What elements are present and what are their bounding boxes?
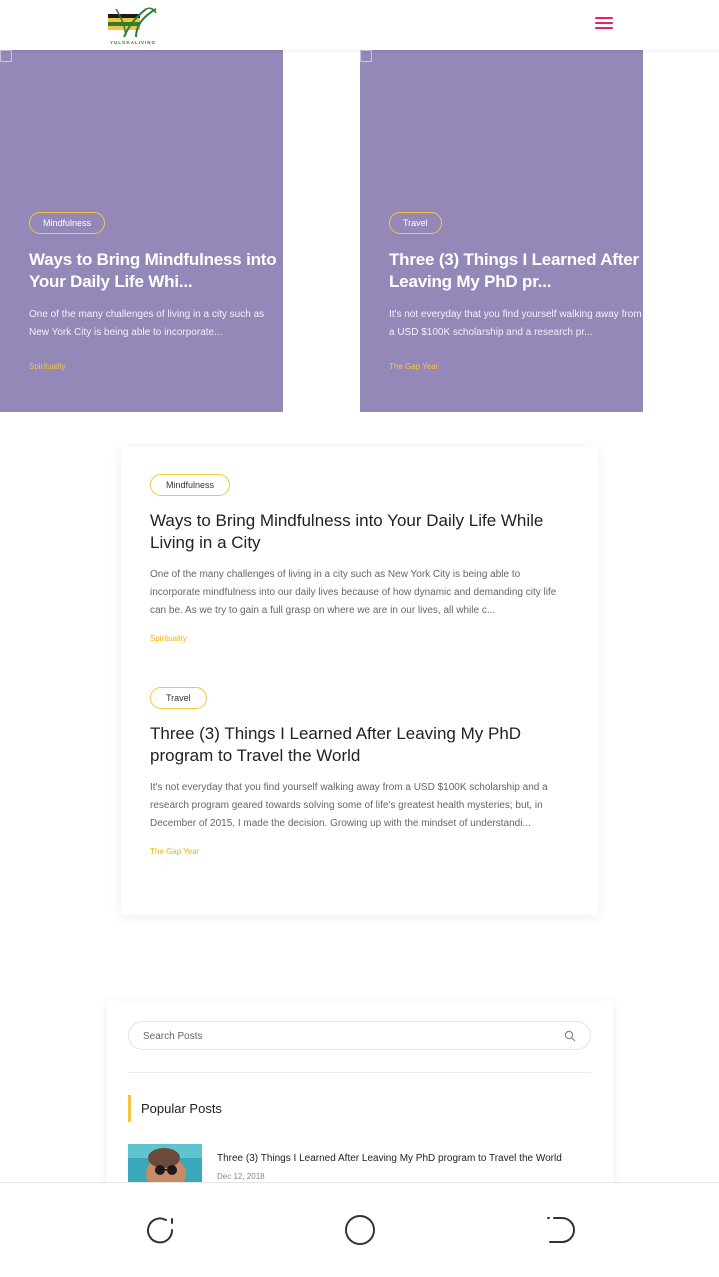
slide-excerpt: It's not everyday that you find yourself… xyxy=(389,309,642,338)
hamburger-menu-icon[interactable] xyxy=(592,14,616,32)
popular-post-title[interactable]: Three (3) Things I Learned After Leaving… xyxy=(217,1153,562,1164)
slide-title[interactable]: Three (3) Things I Learned After Leaving… xyxy=(389,249,643,293)
popular-posts-heading: Popular Posts xyxy=(128,1095,222,1122)
category-pill[interactable]: Travel xyxy=(150,687,207,709)
popular-post-date: Dec 12, 2018 xyxy=(217,1172,265,1181)
site-header: YULOKALIVING xyxy=(0,0,719,50)
recent-apps-icon[interactable] xyxy=(144,1214,176,1246)
post-tag[interactable]: The Gap Year xyxy=(150,847,570,856)
slide-title[interactable]: Ways to Bring Mindfulness into Your Dail… xyxy=(29,249,283,293)
slide-tag[interactable]: Spirituality xyxy=(29,362,66,371)
divider xyxy=(128,1072,591,1073)
post-item: Travel Three (3) Things I Learned After … xyxy=(150,687,570,856)
post-excerpt: It's not everyday that you find yourself… xyxy=(150,782,548,829)
site-logo[interactable]: YULOKALIVING xyxy=(106,5,160,45)
search-input[interactable] xyxy=(143,1028,543,1044)
category-pill[interactable]: Travel xyxy=(389,212,442,234)
post-excerpt: One of the many challenges of living in … xyxy=(150,569,557,616)
category-pill[interactable]: Mindfulness xyxy=(150,474,231,496)
logo-text: YULOKALIVING xyxy=(109,40,156,45)
post-title[interactable]: Three (3) Things I Learned After Leaving… xyxy=(150,723,550,767)
hero-slide-2[interactable]: Travel Three (3) Things I Learned After … xyxy=(360,50,643,412)
broken-image-icon xyxy=(0,50,12,62)
hero-slide-1[interactable]: Mindfulness Ways to Bring Mindfulness in… xyxy=(0,50,283,412)
post-tag[interactable]: Spirituality xyxy=(150,634,570,643)
search-icon[interactable] xyxy=(564,1030,576,1042)
home-icon[interactable] xyxy=(344,1214,376,1246)
category-pill[interactable]: Mindfulness xyxy=(29,212,106,234)
logo-mark-icon xyxy=(108,7,157,38)
back-icon[interactable] xyxy=(544,1214,576,1246)
sidebar-widget: Popular Posts Three (3) Things I Learned… xyxy=(107,1001,613,1201)
post-item: Mindfulness Ways to Bring Mindfulness in… xyxy=(150,474,570,643)
broken-image-icon xyxy=(360,50,372,62)
search-box xyxy=(128,1021,591,1050)
system-navigation-bar xyxy=(0,1182,719,1277)
posts-list: Mindfulness Ways to Bring Mindfulness in… xyxy=(121,447,598,915)
slide-excerpt: One of the many challenges of living in … xyxy=(29,309,265,338)
slide-tag[interactable]: The Gap Year xyxy=(389,362,438,371)
post-title[interactable]: Ways to Bring Mindfulness into Your Dail… xyxy=(150,510,550,554)
